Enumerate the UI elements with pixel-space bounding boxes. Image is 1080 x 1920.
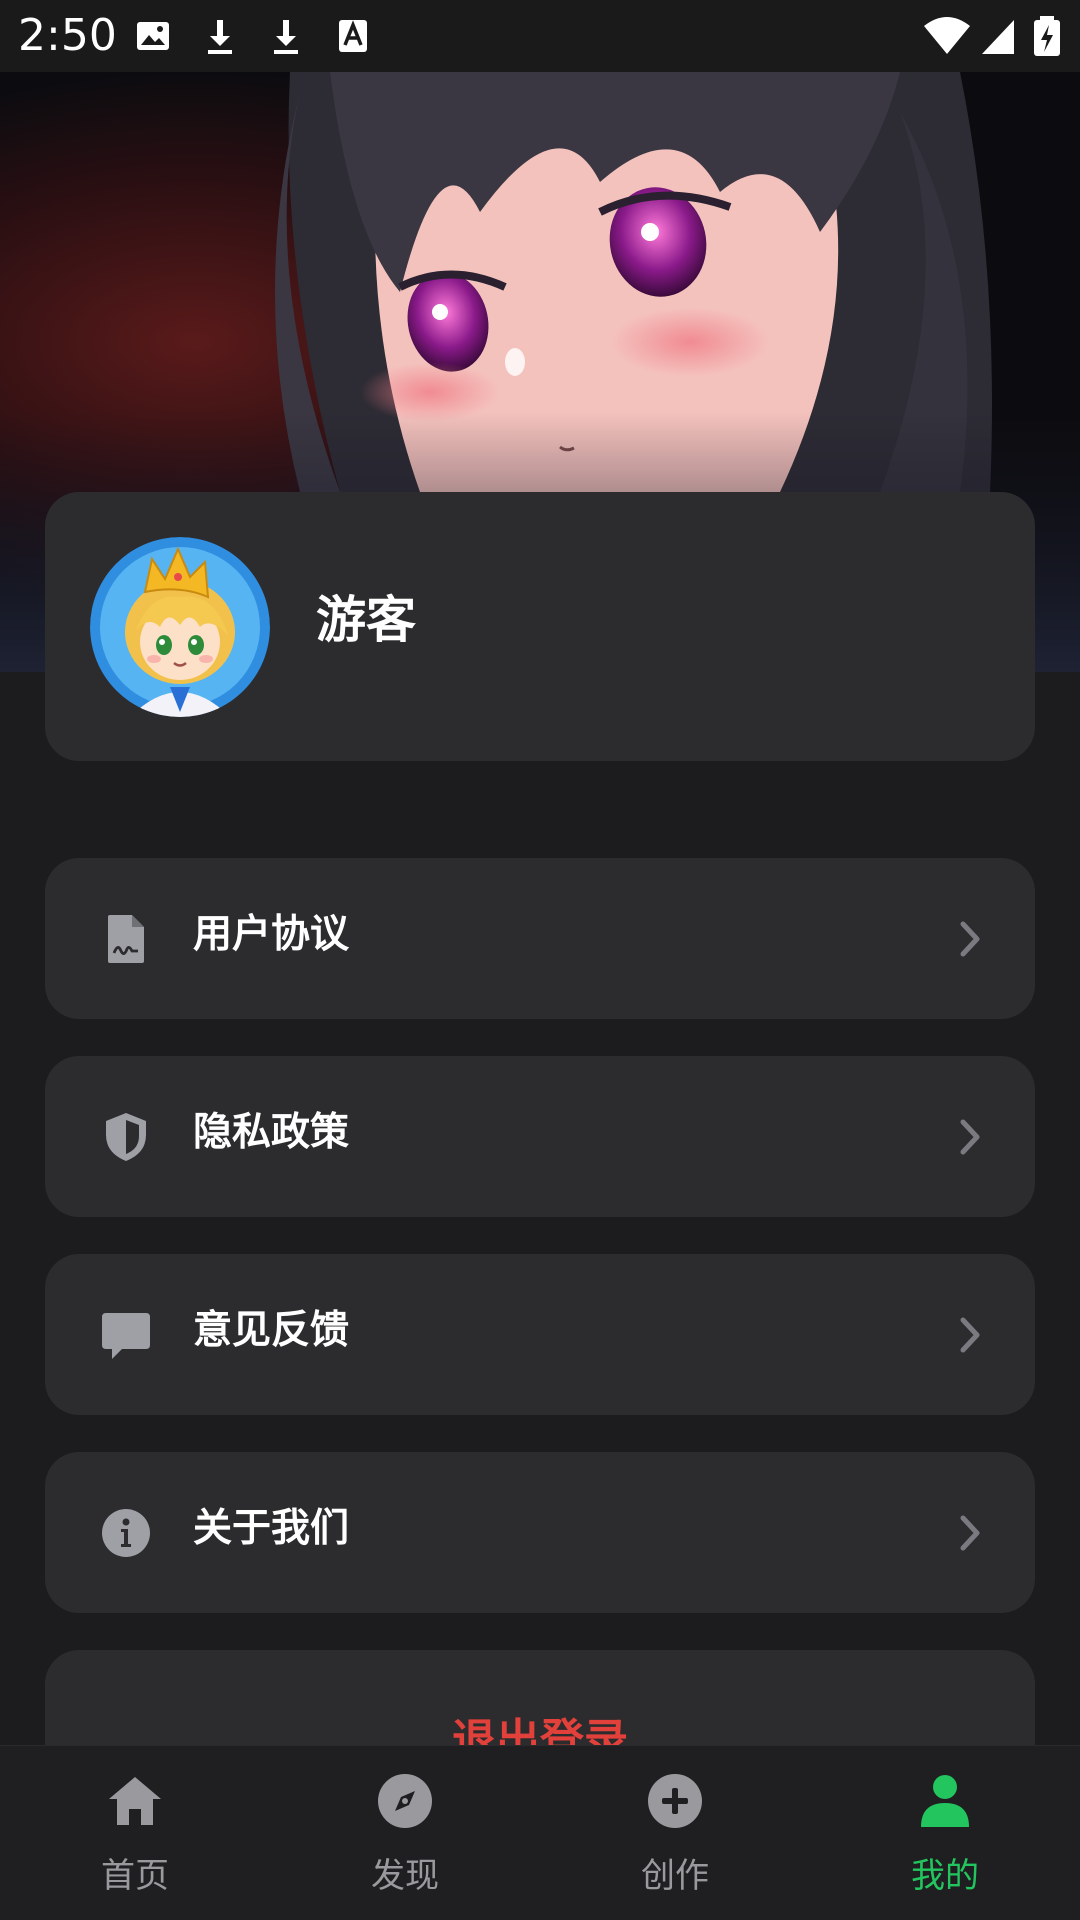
shield-icon	[106, 1113, 146, 1161]
profile-card[interactable]: 游客	[45, 492, 1035, 761]
battery-charging-icon	[1034, 16, 1060, 56]
info-icon	[102, 1509, 150, 1557]
image-icon	[137, 22, 169, 50]
menu-item-label: 意见反馈	[193, 1308, 350, 1353]
username: 游客	[316, 591, 416, 649]
nav-tab-label: 创作	[641, 1856, 709, 1896]
add-circle-icon	[648, 1774, 702, 1828]
chevron-right-icon	[960, 1515, 980, 1551]
download-icon	[208, 20, 232, 54]
chevron-right-icon	[960, 921, 980, 957]
menu-item-label: 关于我们	[193, 1506, 350, 1551]
nav-tab-label: 首页	[101, 1856, 169, 1896]
menu-item-label: 隐私政策	[193, 1110, 350, 1155]
nav-tab-home[interactable]: 首页	[0, 1746, 270, 1920]
user-icon	[921, 1775, 969, 1827]
menu-item-user-agreement[interactable]: 用户协议	[45, 858, 1035, 1019]
nav-tab-label: 我的	[911, 1856, 979, 1896]
font-icon	[339, 20, 367, 52]
status-bar: 2:50	[0, 0, 1080, 72]
status-time: 2:50	[18, 10, 117, 61]
nav-tab-discover[interactable]: 发现	[270, 1746, 540, 1920]
menu-item-about-us[interactable]: 关于我们	[45, 1452, 1035, 1613]
compass-icon	[378, 1774, 432, 1828]
profile-screen: 2:50 游客 用户协议 隐私政策 意见反馈 关于我们 退出登录 首页 发现 创…	[0, 0, 1080, 1920]
avatar[interactable]	[90, 537, 270, 717]
document-signature-icon	[108, 915, 144, 963]
bottom-navigation: 首页 发现 创作 我的	[0, 1745, 1080, 1920]
menu-item-label: 用户协议	[193, 912, 350, 957]
signal-icon	[982, 20, 1014, 54]
chevron-right-icon	[960, 1317, 980, 1353]
chat-bubble-icon	[102, 1313, 150, 1359]
home-icon	[109, 1777, 161, 1825]
wifi-icon	[924, 17, 970, 54]
menu-item-privacy-policy[interactable]: 隐私政策	[45, 1056, 1035, 1217]
chevron-right-icon	[960, 1119, 980, 1155]
menu-item-feedback[interactable]: 意见反馈	[45, 1254, 1035, 1415]
nav-tab-me[interactable]: 我的	[810, 1746, 1080, 1920]
nav-tab-create[interactable]: 创作	[540, 1746, 810, 1920]
download-icon	[274, 20, 298, 54]
nav-tab-label: 发现	[371, 1856, 439, 1896]
